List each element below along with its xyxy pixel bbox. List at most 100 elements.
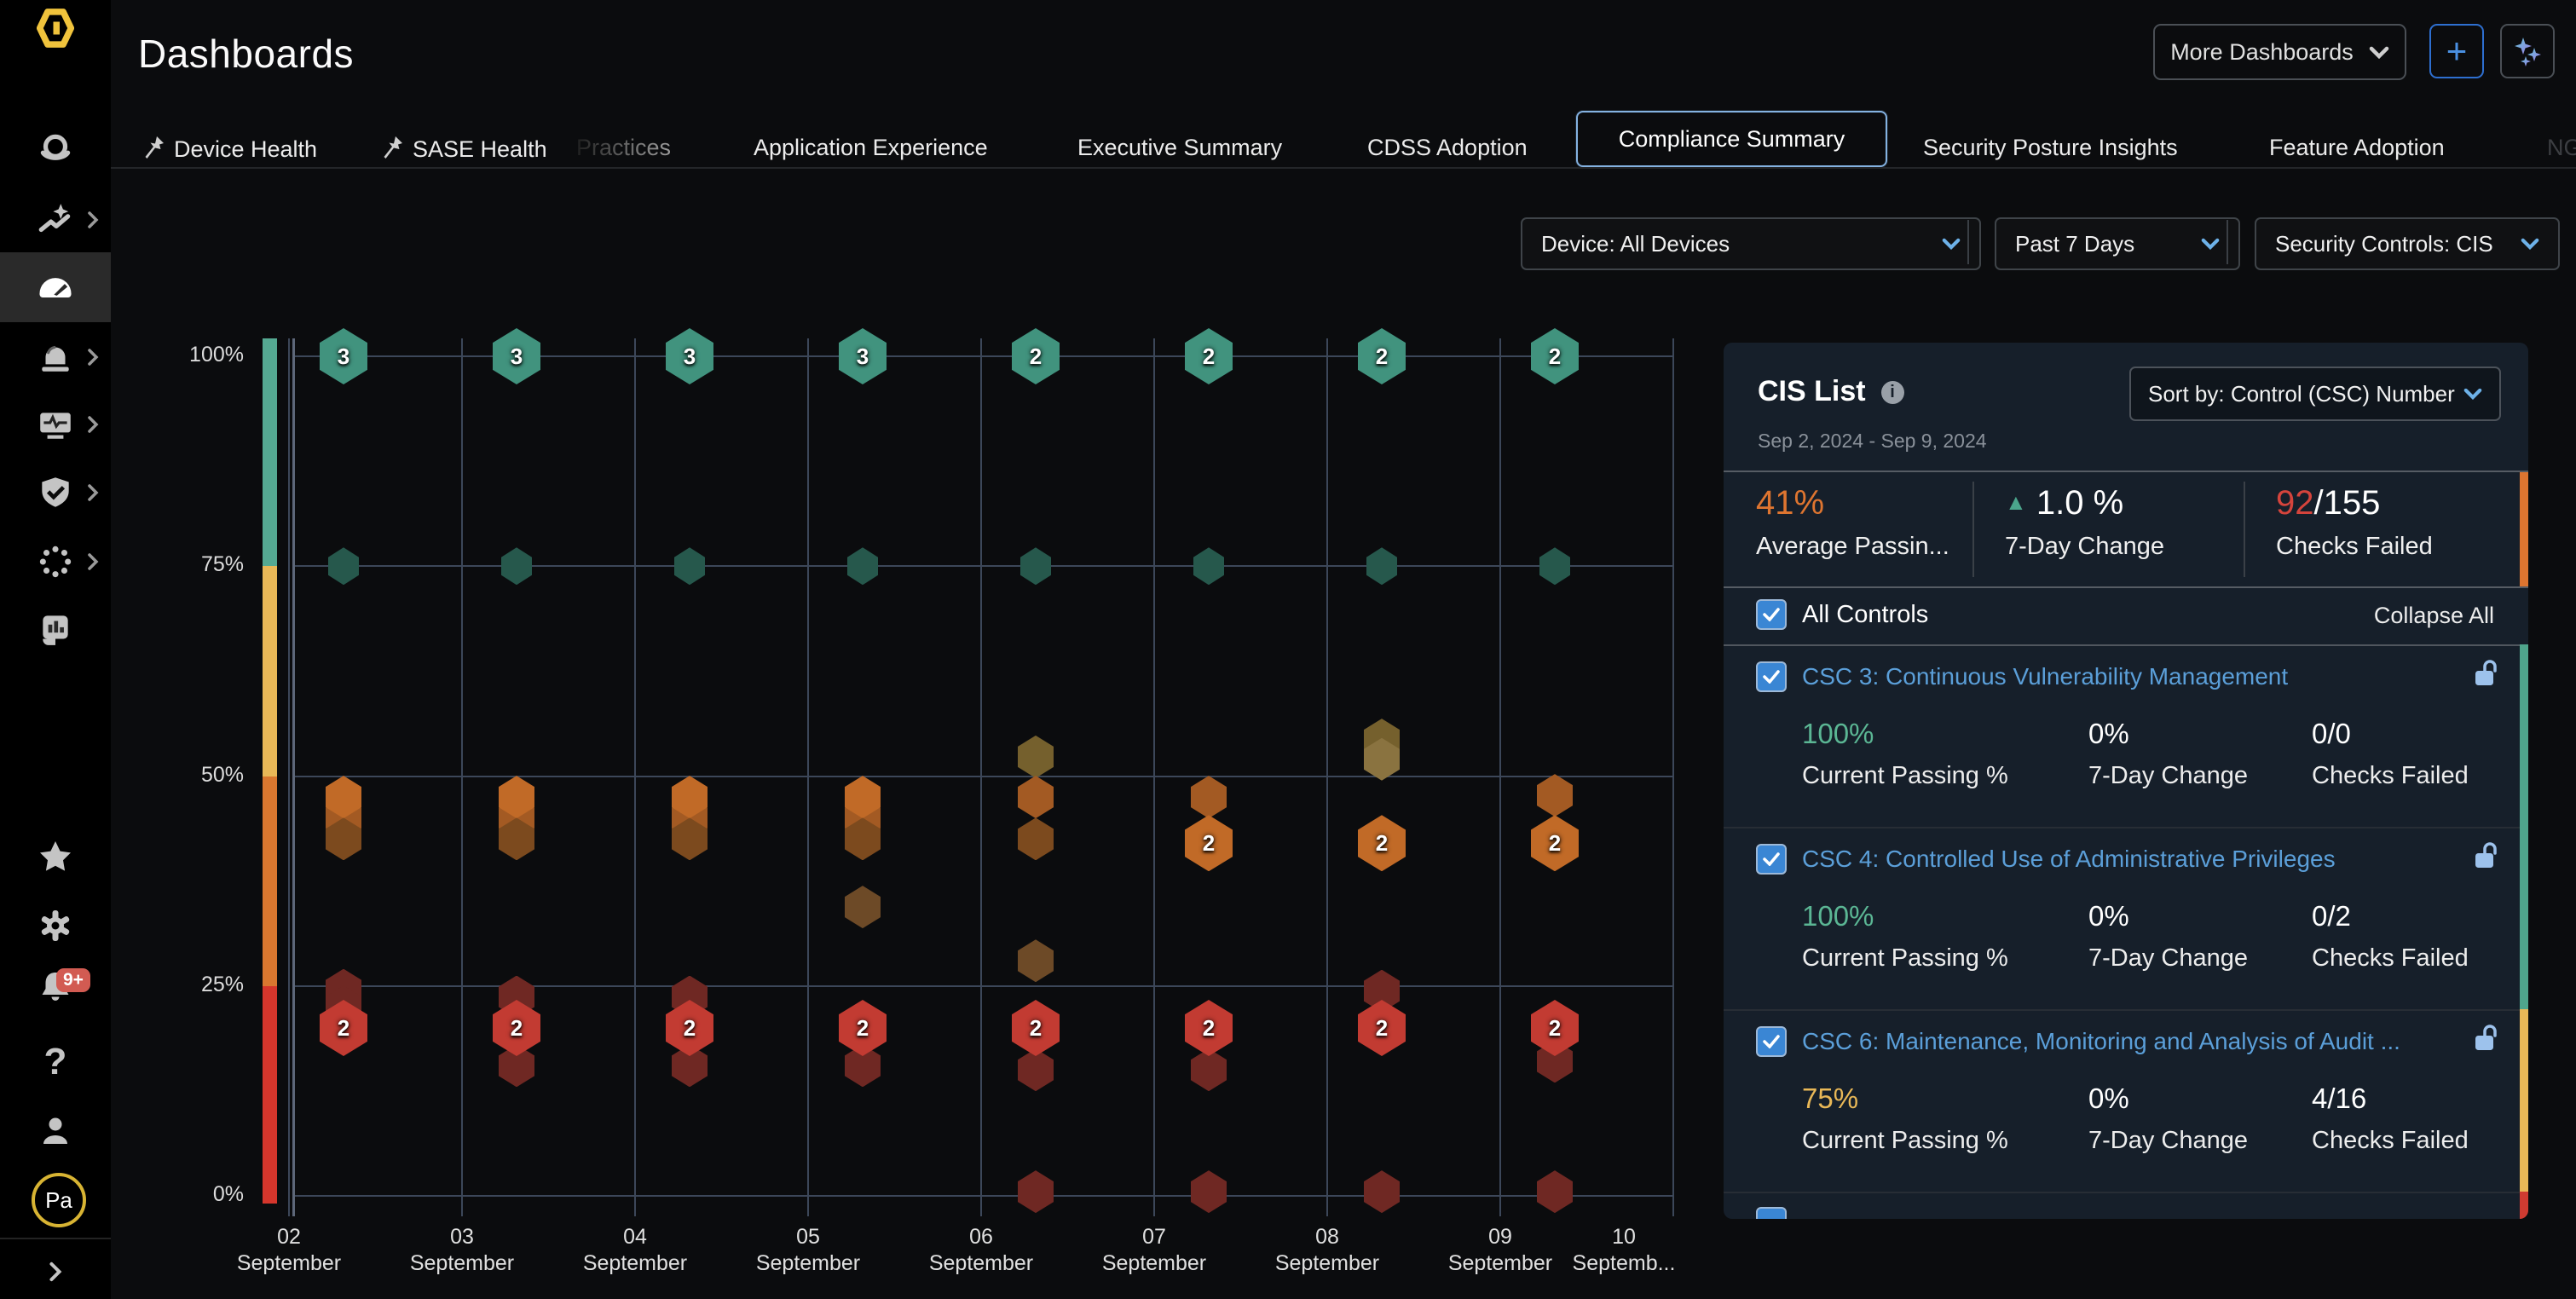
all-controls-checkbox[interactable] bbox=[1756, 599, 1787, 630]
y-axis-tick-label: 100% bbox=[150, 343, 244, 367]
user-icon bbox=[37, 1112, 74, 1150]
csc-link[interactable]: CSC 4: Controlled Use of Administrative … bbox=[1802, 846, 2336, 873]
x-axis-tick-label: 08September bbox=[1246, 1224, 1408, 1277]
colorbar-segment bbox=[263, 338, 277, 566]
hex-marker: 2 bbox=[493, 1000, 540, 1056]
sidebar-item-dashboards[interactable] bbox=[0, 252, 111, 322]
avatar[interactable]: Pa bbox=[32, 1173, 86, 1227]
collapse-all-button[interactable]: Collapse All bbox=[2374, 603, 2494, 629]
panel-date-range: Sep 2, 2024 - Sep 9, 2024 bbox=[1758, 430, 1987, 453]
hex-marker bbox=[501, 547, 532, 585]
csc-checkbox[interactable] bbox=[1756, 1207, 1787, 1219]
v-gridline bbox=[807, 338, 809, 1216]
csc-row: CSC 6: Maintenance, Monitoring and Analy… bbox=[1724, 1009, 2528, 1193]
v-gridline bbox=[634, 338, 636, 1216]
notification-badge: 9+ bbox=[56, 968, 90, 992]
hex-marker bbox=[1191, 776, 1227, 818]
csc-checkbox[interactable] bbox=[1756, 1026, 1787, 1057]
chevron-right-icon bbox=[87, 211, 99, 229]
chevron-right-icon bbox=[87, 415, 99, 434]
dashboards-icon bbox=[35, 267, 76, 308]
y-axis-tick-label: 0% bbox=[150, 1182, 244, 1207]
all-controls-label: All Controls bbox=[1802, 601, 1928, 629]
help-icon: ? bbox=[44, 1041, 67, 1083]
colorbar-segment bbox=[263, 986, 277, 1204]
insights-icon bbox=[36, 200, 75, 240]
lock-open-icon[interactable] bbox=[2472, 658, 2499, 695]
hex-marker bbox=[1191, 1170, 1227, 1213]
sort-by-dropdown[interactable]: Sort by: Control (CSC) Number bbox=[2129, 367, 2501, 421]
x-axis-tick-label: 03September bbox=[381, 1224, 543, 1277]
v-gridline bbox=[1326, 338, 1328, 1216]
csc-link[interactable]: CSC 6: Maintenance, Monitoring and Analy… bbox=[1802, 1028, 2400, 1055]
row-status-strip bbox=[2520, 1009, 2528, 1192]
hex-marker bbox=[1364, 1170, 1400, 1213]
sidebar-item-alerts[interactable] bbox=[0, 322, 111, 392]
hex-marker: 3 bbox=[493, 328, 540, 384]
hex-marker: 2 bbox=[1531, 328, 1579, 384]
colorbar-segment bbox=[263, 777, 277, 986]
csc-passing-value: 100% bbox=[1802, 900, 1874, 932]
alarm-icon bbox=[36, 338, 75, 377]
info-icon[interactable]: i bbox=[1881, 381, 1904, 404]
sidebar-item-help[interactable]: ? bbox=[0, 1028, 111, 1096]
hex-marker bbox=[1537, 774, 1573, 817]
radar-icon bbox=[36, 130, 75, 169]
sidebar-expand-button[interactable] bbox=[0, 1246, 111, 1297]
seven-day-change-value: ▲ 1.0 % bbox=[2005, 484, 2164, 522]
sidebar-item-security-posture[interactable] bbox=[0, 458, 111, 528]
csc-change-value: 0% bbox=[2088, 900, 2129, 932]
sidebar-item-user[interactable] bbox=[0, 1097, 111, 1165]
sidebar-item-radar[interactable] bbox=[0, 114, 111, 184]
csc-checkbox[interactable] bbox=[1756, 844, 1787, 875]
hex-marker bbox=[328, 547, 359, 585]
hex-marker bbox=[1018, 736, 1054, 778]
sidebar-item-settings[interactable] bbox=[0, 892, 111, 960]
hex-marker bbox=[1018, 817, 1054, 860]
reports-icon bbox=[36, 609, 75, 649]
csc-passing-value: 75% bbox=[1802, 1082, 1858, 1115]
x-axis-tick-label: 05September bbox=[727, 1224, 889, 1277]
csc-checkbox[interactable] bbox=[1756, 661, 1787, 692]
v-gridline bbox=[1672, 338, 1674, 1216]
hex-marker: 3 bbox=[666, 328, 713, 384]
hex-marker: 2 bbox=[839, 1000, 887, 1056]
row-status-strip bbox=[2520, 1192, 2528, 1219]
hex-marker bbox=[1537, 1170, 1573, 1213]
lock-open-icon[interactable] bbox=[2472, 840, 2499, 877]
csc-link[interactable]: CSC 3: Continuous Vulnerability Manageme… bbox=[1802, 663, 2288, 690]
summary-strip bbox=[2520, 472, 2528, 586]
triangle-up-icon: ▲ bbox=[2005, 489, 2027, 515]
sidebar-item-reports[interactable] bbox=[0, 594, 111, 664]
sidebar-item-segments[interactable] bbox=[0, 527, 111, 597]
chevron-down-icon bbox=[2463, 388, 2482, 400]
all-controls-row: All Controls Collapse All bbox=[1724, 585, 2528, 646]
csc-change-value: 0% bbox=[2088, 718, 2129, 750]
csc-failed-value: 4/16 bbox=[2312, 1082, 2366, 1115]
hex-marker: 2 bbox=[666, 1000, 713, 1056]
app-logo[interactable] bbox=[20, 7, 90, 49]
csc-row-partial bbox=[1724, 1192, 2528, 1219]
csc-change-value: 0% bbox=[2088, 1082, 2129, 1115]
hex-marker bbox=[1539, 547, 1570, 585]
h-gridline bbox=[293, 1195, 1673, 1197]
hex-marker bbox=[1193, 547, 1224, 585]
avg-passing-value: 41% bbox=[1756, 484, 1949, 522]
chevron-right-icon bbox=[87, 348, 99, 367]
sidebar-item-insights[interactable] bbox=[0, 185, 111, 255]
y-axis-tick-label: 75% bbox=[150, 552, 244, 577]
sidebar-item-favorites[interactable] bbox=[0, 823, 111, 891]
seven-day-change-label: 7-Day Change bbox=[2005, 533, 2164, 561]
sidebar-divider bbox=[0, 1238, 111, 1239]
hex-marker: 3 bbox=[839, 328, 887, 384]
sidebar-item-device-monitor[interactable] bbox=[0, 390, 111, 459]
sidebar-item-notifications[interactable]: 9+ bbox=[0, 953, 111, 1021]
checks-failed-value: 92/155 bbox=[2276, 484, 2433, 522]
y-axis-tick-label: 25% bbox=[150, 973, 244, 997]
hex-marker: 2 bbox=[1531, 1000, 1579, 1056]
lock-open-icon[interactable] bbox=[2472, 1023, 2499, 1059]
hex-marker: 2 bbox=[1012, 328, 1060, 384]
hex-marker bbox=[1018, 939, 1054, 982]
hex-marker: 2 bbox=[1185, 815, 1233, 871]
v-gridline bbox=[1153, 338, 1155, 1216]
